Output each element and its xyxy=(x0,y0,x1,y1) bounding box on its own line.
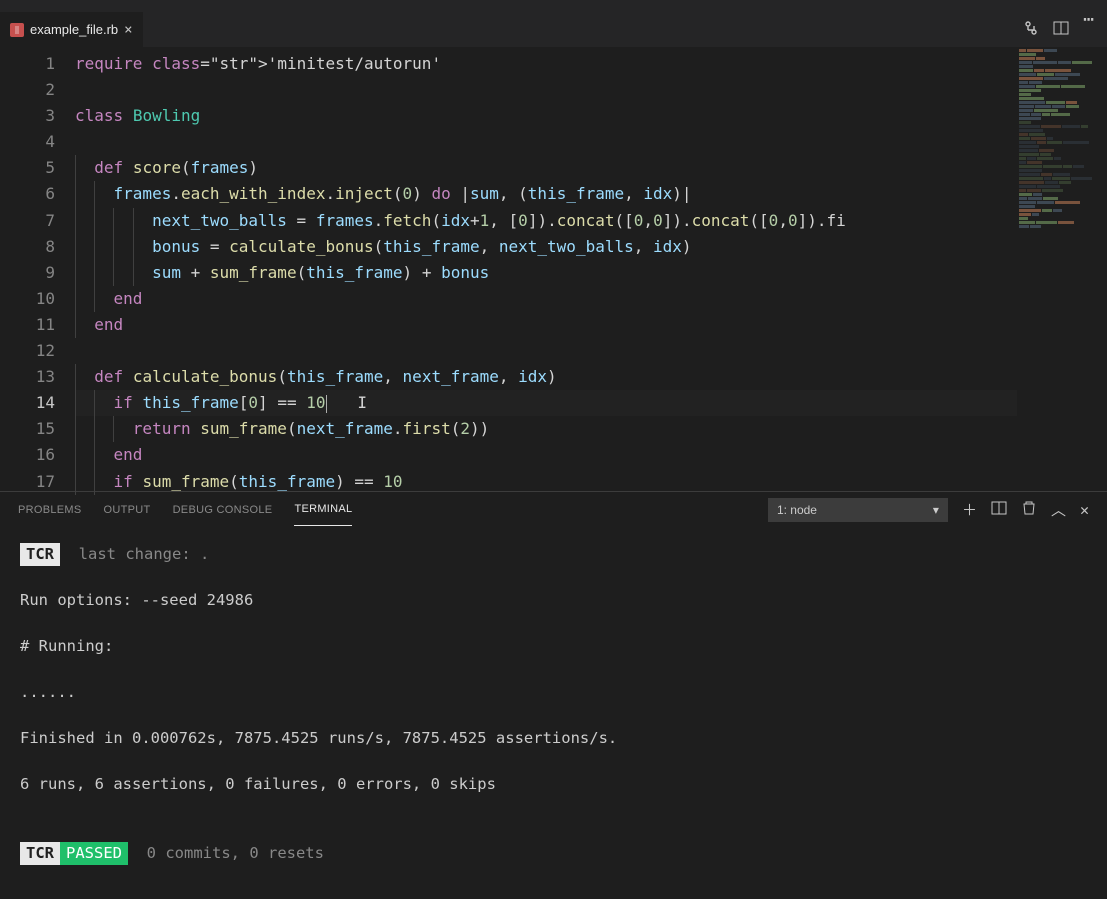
split-terminal-icon[interactable] xyxy=(991,500,1007,520)
kill-terminal-icon[interactable] xyxy=(1021,500,1037,520)
line-number: 15 xyxy=(0,416,75,442)
tab-filename: example_file.rb xyxy=(30,22,118,37)
line-number: 17 xyxy=(0,469,75,495)
line-number: 14 xyxy=(0,390,75,416)
code-line[interactable]: if this_frame[0] == 10 I xyxy=(75,390,1107,416)
code-line[interactable]: sum + sum_frame(this_frame) + bonus xyxy=(75,260,1107,286)
code-line[interactable]: if sum_frame(this_frame) == 10 xyxy=(75,469,1107,495)
panel-tab-debug-console[interactable]: DEBUG CONSOLE xyxy=(173,494,273,526)
code-line[interactable] xyxy=(75,77,1107,103)
panel-tab-problems[interactable]: PROBLEMS xyxy=(18,494,82,526)
ruby-file-icon xyxy=(10,23,24,37)
finished-line: Finished in 0.000762s, 7875.4525 runs/s,… xyxy=(20,727,1087,750)
line-number: 3 xyxy=(0,103,75,129)
tcr-badge: TCR xyxy=(20,543,60,566)
run-options-line: Run options: --seed 24986 xyxy=(20,589,1087,612)
new-terminal-icon[interactable]: ＋ xyxy=(962,499,977,520)
panel-tab-bar: PROBLEMS OUTPUT DEBUG CONSOLE TERMINAL 1: n… xyxy=(0,492,1107,527)
code-line[interactable]: return sum_frame(next_frame.first(2)) xyxy=(75,416,1107,442)
code-line[interactable]: next_two_balls = frames.fetch(idx+1, [0]… xyxy=(75,208,1107,234)
commits-resets-text: 0 commits, 0 resets xyxy=(147,844,324,862)
progress-dots: ...... xyxy=(20,681,1087,704)
code-line[interactable]: end xyxy=(75,286,1107,312)
panel-tab-terminal[interactable]: TERMINAL xyxy=(294,493,352,526)
title-bar-spacer xyxy=(0,0,1107,12)
maximize-panel-icon[interactable]: ︿ xyxy=(1051,499,1066,520)
minimap[interactable] xyxy=(1017,47,1107,491)
last-change-text: last change: . xyxy=(79,545,210,563)
line-number: 2 xyxy=(0,77,75,103)
more-actions-icon[interactable]: ⋯ xyxy=(1083,20,1095,40)
code-line[interactable]: frames.each_with_index.inject(0) do |sum… xyxy=(75,181,1107,207)
summary-line: 6 runs, 6 assertions, 0 failures, 0 erro… xyxy=(20,773,1087,796)
line-number: 4 xyxy=(0,129,75,155)
line-number: 6 xyxy=(0,181,75,207)
code-line[interactable] xyxy=(75,338,1107,364)
code-line[interactable]: end xyxy=(75,312,1107,338)
line-number: 13 xyxy=(0,364,75,390)
code-line[interactable]: def calculate_bonus(this_frame, next_fra… xyxy=(75,364,1107,390)
code-line[interactable]: bonus = calculate_bonus(this_frame, next… xyxy=(75,234,1107,260)
editor-tab-bar: example_file.rb × ⋯ xyxy=(0,12,1107,47)
editor-tab[interactable]: example_file.rb × xyxy=(0,12,144,47)
code-content[interactable]: require class="str">'minitest/autorun' cl… xyxy=(75,47,1107,491)
line-number: 7 xyxy=(0,208,75,234)
code-line[interactable]: class Bowling xyxy=(75,103,1107,129)
code-line[interactable]: end xyxy=(75,442,1107,468)
line-number: 1 xyxy=(0,51,75,77)
passed-badge: PASSED xyxy=(60,842,128,865)
terminal-selector[interactable]: 1: node xyxy=(768,498,948,522)
panel-tab-output[interactable]: OUTPUT xyxy=(104,494,151,526)
code-line[interactable]: def score(frames) xyxy=(75,155,1107,181)
code-line[interactable] xyxy=(75,129,1107,155)
line-number: 9 xyxy=(0,260,75,286)
tcr-badge-2: TCR xyxy=(20,842,60,865)
line-number: 5 xyxy=(0,155,75,181)
line-number-gutter: 1234567891011121314151617 xyxy=(0,47,75,491)
split-editor-icon[interactable] xyxy=(1053,20,1069,40)
line-number: 8 xyxy=(0,234,75,260)
line-number: 10 xyxy=(0,286,75,312)
line-number: 11 xyxy=(0,312,75,338)
line-number: 16 xyxy=(0,442,75,468)
code-line[interactable]: require class="str">'minitest/autorun' xyxy=(75,51,1107,77)
source-control-icon[interactable] xyxy=(1023,20,1039,40)
bottom-panel: PROBLEMS OUTPUT DEBUG CONSOLE TERMINAL 1: n… xyxy=(0,491,1107,899)
line-number: 12 xyxy=(0,338,75,364)
editor-action-bar: ⋯ xyxy=(1023,20,1107,40)
editor-area[interactable]: 1234567891011121314151617 require class=… xyxy=(0,47,1107,491)
terminal-output[interactable]: TCR last change: . Run options: --seed 2… xyxy=(0,527,1107,899)
running-header: # Running: xyxy=(20,635,1087,658)
close-panel-icon[interactable]: ✕ xyxy=(1080,501,1089,519)
close-tab-icon[interactable]: × xyxy=(124,22,132,38)
terminal-selector-label: 1: node xyxy=(777,503,817,517)
